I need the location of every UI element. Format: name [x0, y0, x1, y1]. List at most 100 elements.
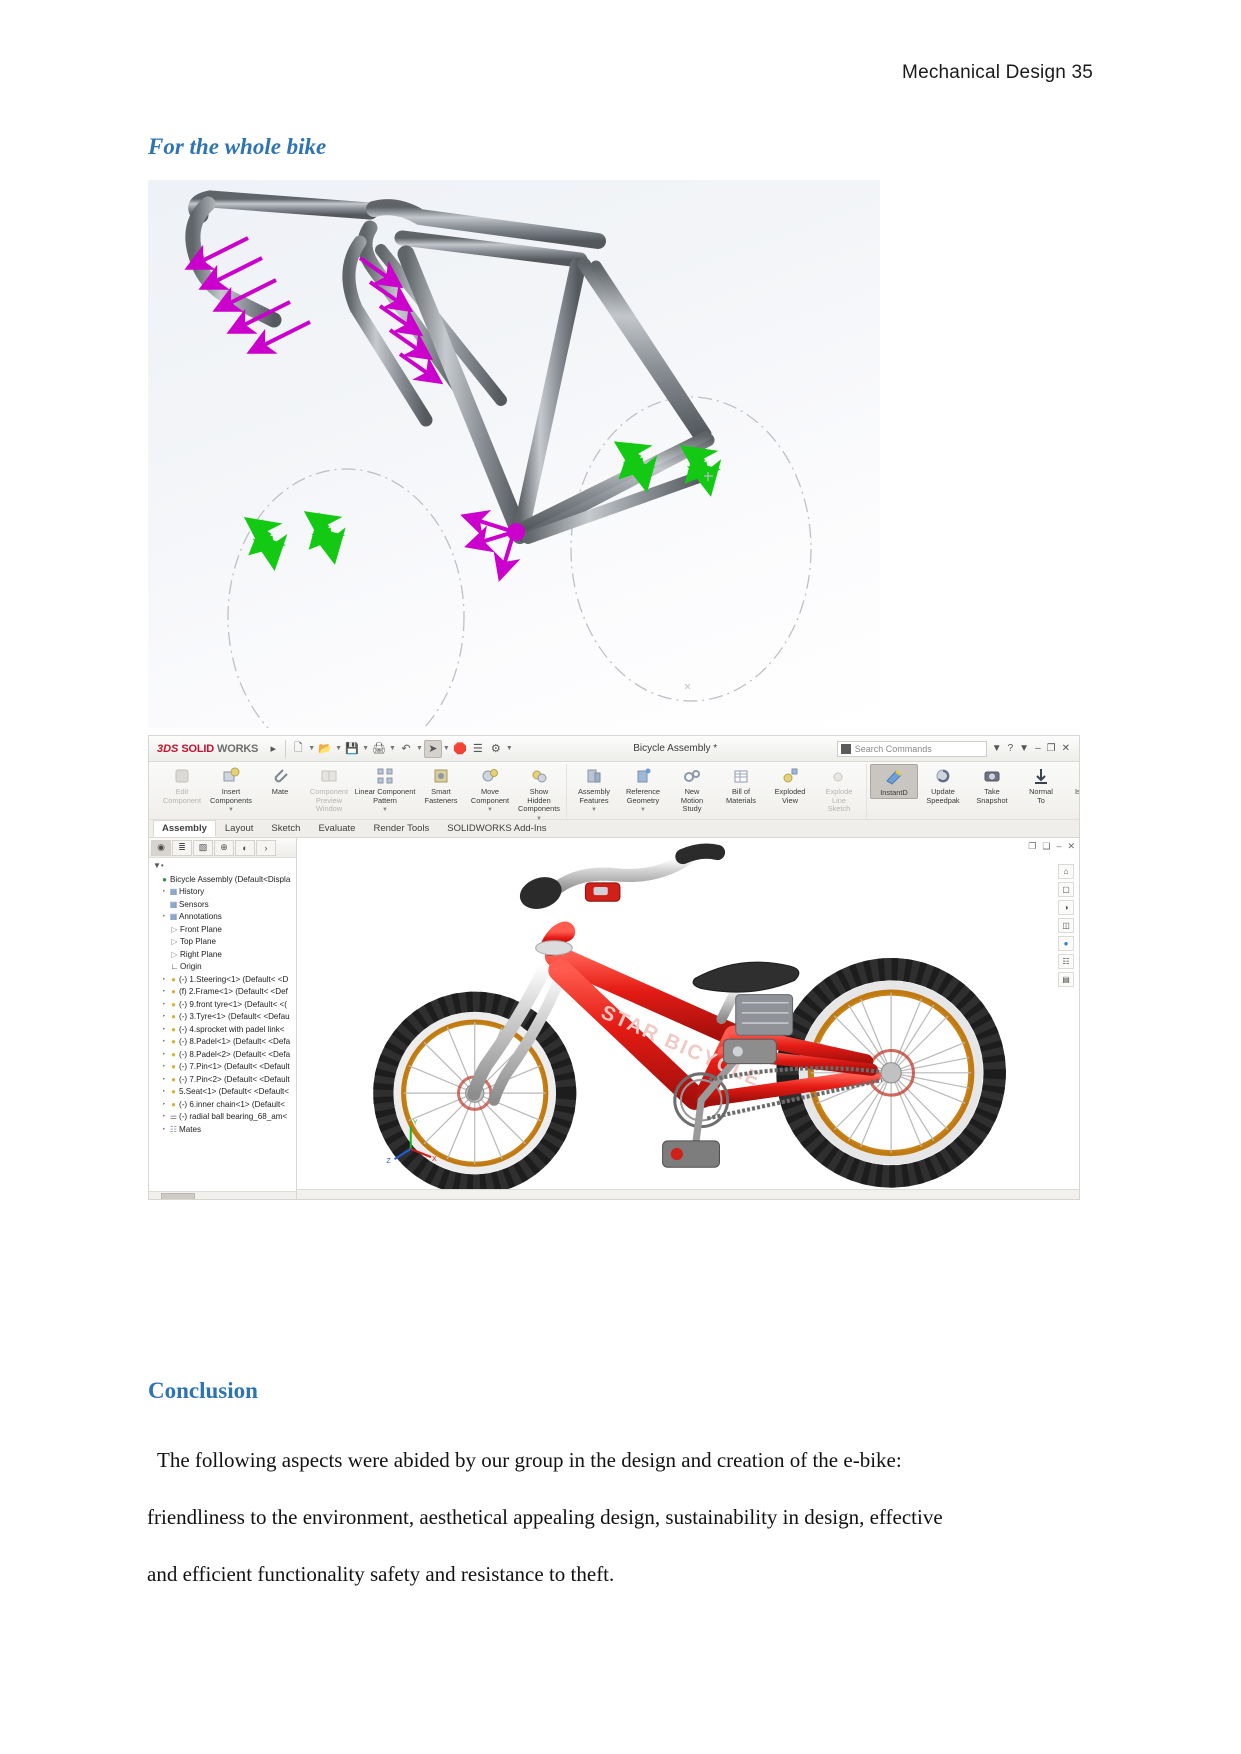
tree-history[interactable]: ‣ ▦ History — [151, 886, 296, 899]
view-settings-icon[interactable]: ▤ — [1058, 972, 1074, 987]
tab-assembly[interactable]: Assembly — [153, 820, 216, 837]
tree-twisty[interactable]: ‣ — [160, 1113, 168, 1120]
search-dropdown-icon[interactable]: ▼ — [992, 743, 1002, 754]
settings-caret-icon[interactable]: ▼ — [506, 745, 513, 752]
tree-root[interactable]: ● Bicycle Assembly (Default<Displa — [151, 873, 296, 886]
tree-seat[interactable]: ‣ ● 5.Seat<1> (Default< <Default< — [151, 1086, 296, 1099]
view-orientation-icon[interactable]: ▢ — [1058, 882, 1074, 897]
tree-twisty[interactable]: ‣ — [160, 1026, 168, 1033]
tree-twisty[interactable]: ‣ — [160, 888, 168, 895]
tree-twisty[interactable]: ‣ — [160, 1038, 168, 1045]
insert-components-caret-icon[interactable]: ▼ — [228, 806, 234, 815]
options-list-icon[interactable]: ☰ — [469, 740, 487, 758]
tab-layout[interactable]: Layout — [216, 820, 263, 837]
tree-twisty[interactable]: ‣ — [160, 1088, 168, 1095]
print-icon[interactable]: 🖨 — [370, 740, 388, 758]
restore-button[interactable]: ❐ — [1047, 743, 1056, 754]
minimize-window-icon[interactable]: – — [1056, 841, 1061, 852]
tree-tyre[interactable]: ‣ ● (-) 3.Tyre<1> (Default< <Defau — [151, 1011, 296, 1024]
show-hidden-components-button[interactable]: Show Hidden Components ▼ — [515, 764, 563, 823]
tree-padel-2[interactable]: ‣ ● (-) 8.Padel<2> (Default< <Defa — [151, 1048, 296, 1061]
linear-pattern-caret-icon[interactable]: ▼ — [382, 806, 388, 815]
normal-to-button[interactable]: Normal To — [1017, 764, 1065, 805]
close-window-icon[interactable]: ✕ — [1067, 841, 1075, 852]
assembly-features-button[interactable]: Assembly Features ▼ — [570, 764, 618, 815]
hide-show-items-icon[interactable]: ◫ — [1058, 918, 1074, 933]
tree-front-plane[interactable]: ▷ Front Plane — [151, 923, 296, 936]
tree-origin[interactable]: ∟ Origin — [151, 961, 296, 974]
tree-frame[interactable]: ‣ ● (f) 2.Frame<1> (Default< <Def — [151, 986, 296, 999]
move-component-caret-icon[interactable]: ▼ — [487, 806, 493, 815]
tree-twisty[interactable]: ‣ — [160, 976, 168, 983]
save-caret-icon[interactable]: ▼ — [362, 745, 369, 752]
tree-front-tyre[interactable]: ‣ ● (-) 9.front tyre<1> (Default< <( — [151, 998, 296, 1011]
scene-icon[interactable]: ☷ — [1058, 954, 1074, 969]
bill-of-materials-button[interactable]: Bill of Materials — [717, 764, 765, 805]
tree-expand-arrow-icon[interactable]: › — [256, 839, 276, 856]
tree-mates[interactable]: ‣ ☷ Mates — [151, 1123, 296, 1136]
new-document-caret-icon[interactable]: ▼ — [308, 745, 315, 752]
tree-twisty[interactable]: ‣ — [160, 988, 168, 995]
feature-manager-tab-icon[interactable]: ◉ — [151, 839, 171, 856]
display-style-icon[interactable]: ◑ — [1058, 900, 1074, 915]
display-manager-tab-icon[interactable]: ◐ — [235, 839, 255, 856]
component-preview-window-button[interactable]: Component Preview Window — [305, 764, 353, 814]
tree-sensors[interactable]: ▦ Sensors — [151, 898, 296, 911]
mate-button[interactable]: Mate — [256, 764, 304, 797]
reference-geometry-caret-icon[interactable]: ▼ — [640, 806, 646, 815]
tree-twisty[interactable]: ‣ — [160, 1101, 168, 1108]
scrollbar-thumb[interactable] — [161, 1193, 195, 1199]
exploded-view-button[interactable]: Exploded View — [766, 764, 814, 805]
restore-window-icon[interactable]: ❑ — [1042, 841, 1050, 852]
graphics-area[interactable]: ❐ ❑ – ✕ STAR BICYCLE Y X Z ⌂ ▢ ◑ ◫ ● ☷ ▤ — [297, 838, 1079, 1199]
tree-steering[interactable]: ‣ ● (-) 1.Steering<1> (Default< <D — [151, 973, 296, 986]
rebuild-icon[interactable]: 🛑 — [451, 740, 469, 758]
tree-twisty[interactable]: ‣ — [160, 913, 168, 920]
new-motion-study-button[interactable]: New Motion Study — [668, 764, 716, 814]
dimxpert-manager-tab-icon[interactable]: ⊕ — [214, 839, 234, 856]
minimize-button[interactable]: – — [1035, 743, 1041, 754]
select-cursor-icon[interactable]: ➤ — [423, 739, 442, 758]
tree-pin-1[interactable]: ‣ ● (-) 7.Pin<1> (Default< <Default — [151, 1061, 296, 1074]
open-document-caret-icon[interactable]: ▼ — [335, 745, 342, 752]
smart-fasteners-button[interactable]: Smart Fasteners — [417, 764, 465, 805]
tree-padel-1[interactable]: ‣ ● (-) 8.Padel<1> (Default< <Defa — [151, 1036, 296, 1049]
tab-sketch[interactable]: Sketch — [262, 820, 309, 837]
isometric-button[interactable]: Isometric — [1066, 764, 1079, 797]
edit-component-button[interactable]: Edit Component — [158, 764, 206, 805]
appearances-icon[interactable]: ● — [1058, 936, 1074, 951]
take-snapshot-button[interactable]: Take Snapshot — [968, 764, 1016, 805]
instant3d-button[interactable]: InstantD — [870, 764, 918, 799]
tab-solidworks-add-ins[interactable]: SOLIDWORKS Add-Ins — [438, 820, 555, 837]
tree-top-plane[interactable]: ▷ Top Plane — [151, 936, 296, 949]
tab-render-tools[interactable]: Render Tools — [364, 820, 438, 837]
tree-pin-2[interactable]: ‣ ● (-) 7.Pin<2> (Default< <Default — [151, 1073, 296, 1086]
tree-horizontal-scrollbar[interactable] — [149, 1191, 296, 1199]
tree-twisty[interactable]: ‣ — [160, 1013, 168, 1020]
property-manager-tab-icon[interactable]: ≣ — [172, 839, 192, 856]
tree-filter-row[interactable]: ▼• — [149, 858, 296, 872]
tree-twisty[interactable]: ‣ — [160, 1001, 168, 1008]
settings-gear-icon[interactable]: ⚙ — [487, 740, 505, 758]
assembly-features-caret-icon[interactable]: ▼ — [591, 806, 597, 815]
help-icon[interactable]: ? — [1008, 743, 1014, 754]
tree-twisty[interactable]: ‣ — [160, 1063, 168, 1070]
tab-evaluate[interactable]: Evaluate — [309, 820, 364, 837]
undo-icon[interactable]: ↶ — [397, 740, 415, 758]
view-home-icon[interactable]: ⌂ — [1058, 864, 1074, 879]
undo-caret-icon[interactable]: ▼ — [416, 745, 423, 752]
search-commands-box[interactable]: Search Commands — [836, 740, 987, 757]
new-document-icon[interactable]: 🗋 — [289, 740, 307, 758]
tree-twisty[interactable]: ‣ — [160, 1051, 168, 1058]
tree-inner-chain[interactable]: ‣ ● (-) 6.inner chain<1> (Default< — [151, 1098, 296, 1111]
save-icon[interactable]: 💾 — [343, 740, 361, 758]
open-document-icon[interactable]: 📂 — [316, 740, 334, 758]
print-caret-icon[interactable]: ▼ — [389, 745, 396, 752]
help-caret-icon[interactable]: ▼ — [1019, 743, 1029, 754]
tree-twisty[interactable]: ‣ — [160, 1126, 168, 1133]
explode-line-sketch-button[interactable]: Explode Line Sketch — [815, 764, 863, 814]
insert-components-button[interactable]: Insert Components ▼ — [207, 764, 255, 815]
tree-sprocket[interactable]: ‣ ● (-) 4.sprocket with padel link< — [151, 1023, 296, 1036]
tree-annotations[interactable]: ‣ ▦ Annotations — [151, 911, 296, 924]
tile-window-icon[interactable]: ❐ — [1028, 841, 1036, 852]
